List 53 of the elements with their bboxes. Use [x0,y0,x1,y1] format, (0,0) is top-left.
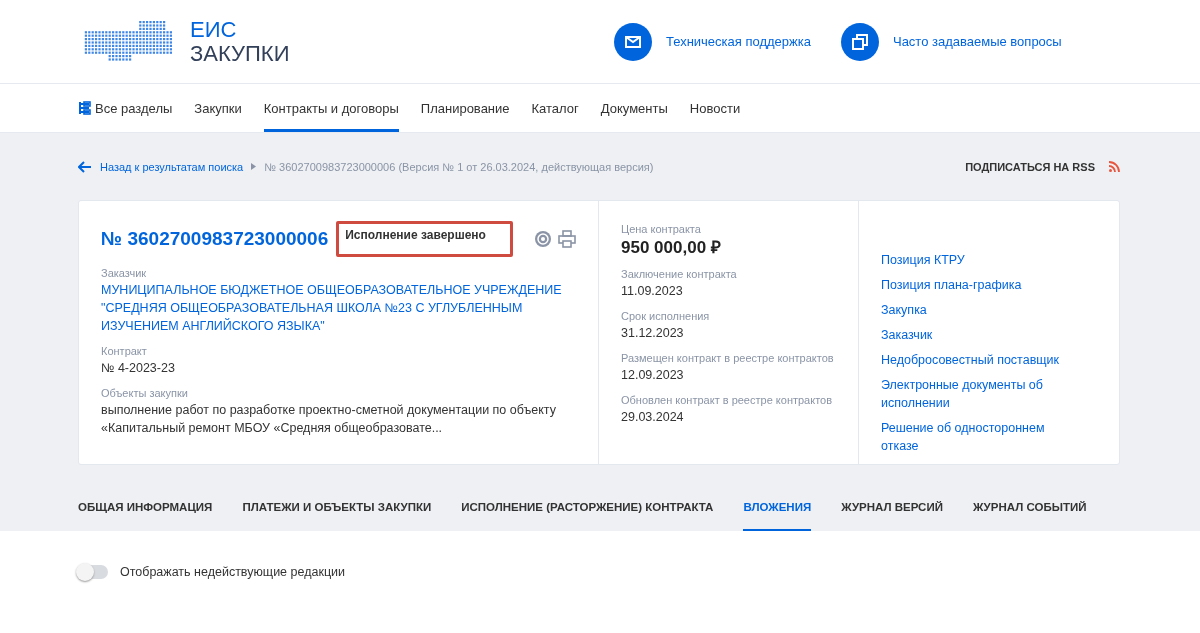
contract-number: № 3602700983723000006 [101,228,329,250]
breadcrumb-current: № 3602700983723000006 (Версия № 1 от 26.03.2024, действующая версия) [264,160,654,173]
mail-icon[interactable] [614,22,652,61]
tab[interactable]: ЖУРНАЛ СОБЫТИЙ [972,465,1087,531]
customer-link[interactable]: МУНИЦИПАЛЬНОЕ БЮДЖЕТНОЕ ОБЩЕОБРАЗОВАТЕЛЬНОЕ УЧРЕЖДЕНИЕ "СРЕДНЯЯ ОБЩЕОБРАЗОВАТЕЛЬНАЯ ШКОЛА №23 С УГЛУБЛЕННЫМ ИЗУЧЕНИЕМ АНГЛИЙСКОГО ЯЗЫКА" [101,281,576,335]
nav-item[interactable]: Новости [689,84,741,132]
field-value: выполнение работ по разработке проектно-сметной документации по объекту «Капитальный ремонт МБОУ «Средняя общеобразовате... [101,402,557,437]
logo-text: ЕИС [190,17,238,42]
field-label: Контракт [101,345,148,357]
logo-text: ЗАКУПКИ [190,41,290,66]
back-link[interactable]: Назад к результатам поиска [100,160,244,173]
nav-item[interactable]: Каталог [531,84,579,132]
chevron-icon [251,163,257,170]
contract-price: 950 000,00 ₽ [621,237,722,258]
back-arrow-icon[interactable] [78,160,92,173]
sections-icon [78,101,91,115]
field-label: Объекты закупки [101,387,189,399]
nav-item[interactable]: Все разделы [78,84,173,132]
field-label: Размещен контракт в реестре контрактов [621,352,835,364]
related-link[interactable]: Позиция плана-графика [881,276,1071,294]
related-link[interactable]: Позиция КТРУ [881,251,1071,269]
rss-link[interactable]: ПОДПИСАТЬСЯ НА RSS [965,160,1095,173]
tab[interactable]: ВЛОЖЕНИЯ [743,465,812,531]
field-label: Цена контракта [621,223,702,235]
field-value: № 4-2023-23 [101,360,176,377]
field-label: Заключение контракта [621,268,738,280]
status-label: Исполнение завершено [336,221,513,257]
tab[interactable]: ЖУРНАЛ ВЕРСИЙ [841,465,943,531]
field-value: 11.09.2023 [621,283,684,300]
related-link[interactable]: Решение об одностороннем отказе [881,419,1071,455]
field-value: 29.03.2024 [621,409,685,426]
field-label: Обновлен контракт в реестре контрактов [621,394,834,406]
tab[interactable]: ПЛАТЕЖИ И ОБЪЕКТЫ ЗАКУПКИ [242,465,432,531]
field-value: 12.09.2023 [621,367,685,384]
windows-icon[interactable] [840,22,879,61]
tab[interactable]: ОБЩАЯ ИНФОРМАЦИЯ [78,465,213,531]
tab[interactable]: ИСПОЛНЕНИЕ (РАСТОРЖЕНИЕ) КОНТРАКТА [461,465,714,531]
nav-item[interactable]: Планирование [420,84,510,132]
related-link[interactable]: Закупка [881,301,1071,319]
header-link[interactable]: Техническая поддержка [666,34,811,49]
toggle-switch[interactable] [78,565,108,579]
nav-item[interactable]: Документы [600,84,668,132]
related-link[interactable]: Электронные документы об исполнении [881,376,1071,412]
field-label: Заказчик [101,267,148,279]
related-link[interactable]: Недобросовестный поставщик [881,351,1071,369]
related-link[interactable]: Заказчик [881,326,1071,344]
header-link[interactable]: Часто задаваемые вопросы [892,34,1062,49]
nav-item[interactable]: Закупки [194,84,242,132]
field-label: Срок исполнения [621,310,711,322]
rss-icon[interactable] [1109,161,1120,172]
print-icon[interactable] [558,230,576,248]
toggle-label: Отображать недействующие редакции [120,565,345,579]
field-value: 31.12.2023 [621,325,685,342]
